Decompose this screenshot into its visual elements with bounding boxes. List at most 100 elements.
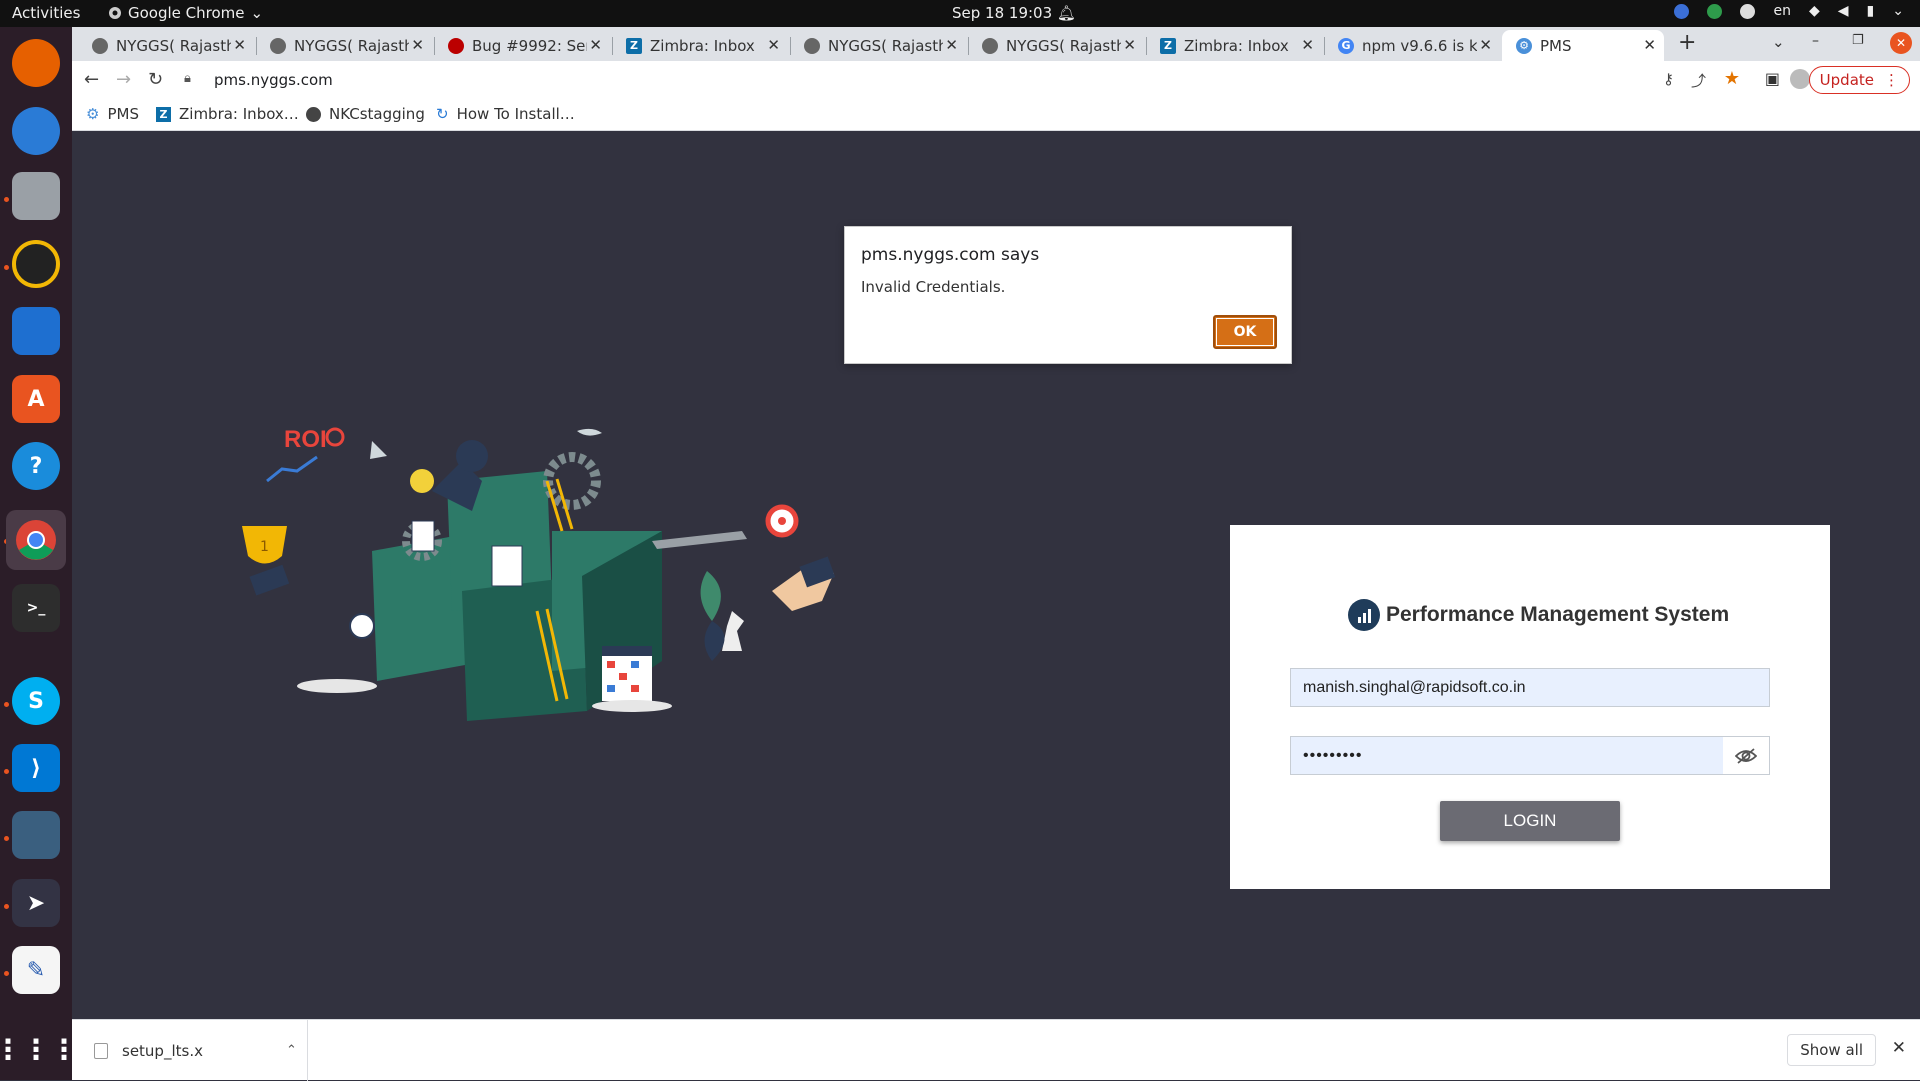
globe-icon [804, 37, 820, 54]
tab-title: Bug #9992: Serial [472, 36, 587, 55]
login-card: Performance Management System manish.sin… [1230, 525, 1830, 889]
new-tab-button[interactable]: + [1678, 30, 1696, 55]
reload-icon[interactable]: ↻ [148, 69, 163, 90]
profile-avatar[interactable] [1790, 69, 1810, 89]
tab-search-icon[interactable]: ⌄ [1772, 33, 1785, 51]
bookmark-zimbra[interactable]: Z Zimbra: Inbox… [156, 105, 299, 123]
tab-title: npm v9.6.6 is known [1362, 36, 1477, 55]
minimize-button[interactable]: – [1812, 33, 1819, 49]
text-editor-icon[interactable]: ✎ [12, 946, 60, 994]
tab-title: PMS [1540, 36, 1572, 55]
tab[interactable]: NYGGS( Rajasthan✕ [78, 30, 254, 61]
bookmark-star-icon[interactable]: ★ [1724, 68, 1740, 89]
tab-pms-active[interactable]: ⚙ PMS ✕ [1502, 30, 1664, 61]
app-grid-icon[interactable]: ⋮⋮⋮ [0, 1025, 78, 1073]
clock[interactable]: Sep 18 19:03 🔔︎ [952, 4, 1076, 22]
system-tray[interactable]: en ◆ ◀ ▮ ⌄ [1674, 3, 1904, 19]
skype-icon[interactable]: S [12, 677, 60, 725]
tab[interactable]: Z Zimbra: Inbox ✕ [612, 30, 788, 61]
close-icon[interactable]: ✕ [1643, 36, 1656, 54]
window-close-button[interactable]: ✕ [1890, 32, 1912, 54]
performance-illustration: ROI 1 [242, 426, 836, 721]
zimbra-icon: Z [626, 37, 642, 54]
close-icon[interactable]: ✕ [1123, 36, 1136, 54]
alert-message: Invalid Credentials. [861, 278, 1006, 296]
chevron-down-icon: ⌄ [1892, 3, 1904, 19]
browser-toolbar: ← → ↻ 🔒︎ pms.nyggs.com ⚷ ⤴ ★ ▣ Update ⋮ [72, 61, 1920, 99]
alert-dialog: pms.nyggs.com says Invalid Credentials. … [844, 226, 1292, 364]
bookmark-how-to-install[interactable]: ↻ How To Install… [436, 105, 575, 123]
remote-desktop-icon[interactable]: ➤ [12, 879, 60, 927]
help-icon[interactable]: ? [12, 442, 60, 490]
download-bar: setup_lts.x ⌃ Show all ✕ [72, 1019, 1920, 1081]
terminal-icon[interactable]: >_ [12, 584, 60, 632]
download-item[interactable]: setup_lts.x ⌃ [72, 1020, 308, 1081]
globe-icon [982, 37, 998, 54]
files-icon[interactable] [12, 172, 60, 220]
vscode-icon[interactable]: ⟩ [12, 744, 60, 792]
tab[interactable]: NYGGS( Rajasthan✕ [968, 30, 1144, 61]
tab[interactable]: Bug #9992: Serial✕ [434, 30, 610, 61]
tab-title: NYGGS( Rajasthan [1006, 36, 1121, 55]
email-field[interactable]: manish.singhal@rapidsoft.co.in [1290, 668, 1770, 707]
software-icon[interactable]: A [12, 375, 60, 423]
back-icon[interactable]: ← [84, 69, 99, 90]
close-icon[interactable]: ✕ [1301, 36, 1314, 54]
tab-title: NYGGS( Rajasthan [294, 36, 409, 55]
chrome-icon[interactable] [6, 510, 66, 570]
zimbra-icon: Z [156, 106, 171, 122]
address-bar[interactable]: pms.nyggs.com [214, 71, 333, 89]
bookmarks-bar: ⚙ PMS Z Zimbra: Inbox… NKCstagging ↻ How To… [72, 99, 1920, 131]
clock-text: Sep 18 19:03 [952, 4, 1053, 22]
rhythmbox-icon[interactable] [12, 240, 60, 288]
close-icon[interactable]: ✕ [767, 36, 780, 54]
language-indicator[interactable]: en [1773, 3, 1791, 19]
restore-button[interactable]: ❐ [1852, 33, 1864, 48]
close-icon[interactable]: ✕ [1479, 36, 1492, 54]
update-button[interactable]: Update ⋮ [1808, 66, 1910, 94]
tab[interactable]: Z Zimbra: Inbox ✕ [1146, 30, 1322, 61]
bookmark-label: Zimbra: Inbox… [179, 105, 299, 123]
toggle-password-visibility-icon[interactable] [1723, 737, 1769, 774]
checkmark-icon[interactable] [1707, 3, 1723, 19]
tab[interactable]: NYGGS( Rajasthan✕ [790, 30, 966, 61]
writer-icon[interactable] [12, 307, 60, 355]
app-title: Performance Management System [1348, 599, 1729, 631]
app-menu[interactable]: Google Chrome ⌄ [108, 4, 263, 22]
chevron-up-icon[interactable]: ⌃ [286, 1043, 297, 1058]
lock-icon[interactable]: 🔒︎ [184, 71, 191, 86]
bookmark-pms[interactable]: ⚙ PMS [86, 105, 139, 123]
close-icon[interactable]: ✕ [411, 36, 424, 54]
ok-button[interactable]: OK [1213, 315, 1277, 349]
forward-icon[interactable]: → [116, 69, 131, 90]
activities-button[interactable]: Activities [12, 4, 80, 22]
firefox-icon[interactable] [12, 39, 60, 87]
email-value: manish.singhal@rapidsoft.co.in [1303, 679, 1526, 696]
close-icon[interactable]: ✕ [1892, 1038, 1906, 1058]
more-options-icon: ⋮ [1884, 71, 1899, 89]
alert-title: pms.nyggs.com says [861, 245, 1040, 265]
skype-tray-icon[interactable] [1740, 3, 1756, 19]
volume-icon: ◀ [1837, 3, 1849, 19]
file-icon [94, 1042, 108, 1059]
mysql-workbench-icon[interactable] [12, 811, 60, 859]
login-button[interactable]: LOGIN [1440, 801, 1620, 841]
gear-icon: ⚙ [1516, 37, 1532, 54]
vpn-shield-icon[interactable] [1674, 3, 1690, 19]
thunderbird-icon[interactable] [12, 107, 60, 155]
tab-title: NYGGS( Rajasthan [828, 36, 943, 55]
share-icon[interactable]: ⤴ [1691, 70, 1706, 91]
tab[interactable]: NYGGS( Rajasthan✕ [256, 30, 432, 61]
bookmark-label: How To Install… [456, 105, 575, 123]
wifi-icon: ◆ [1808, 3, 1820, 19]
close-icon[interactable]: ✕ [233, 36, 246, 54]
close-icon[interactable]: ✕ [945, 36, 958, 54]
side-panel-icon[interactable]: ▣ [1765, 69, 1780, 88]
bookmark-nkcstagging[interactable]: NKCstagging [306, 105, 425, 123]
show-all-button[interactable]: Show all [1787, 1034, 1876, 1066]
password-field[interactable]: ••••••••• [1290, 736, 1770, 775]
password-value: ••••••••• [1303, 747, 1363, 764]
key-icon[interactable]: ⚷ [1663, 70, 1674, 88]
close-icon[interactable]: ✕ [589, 36, 602, 54]
tab[interactable]: Gnpm v9.6.6 is known✕ [1324, 30, 1500, 61]
